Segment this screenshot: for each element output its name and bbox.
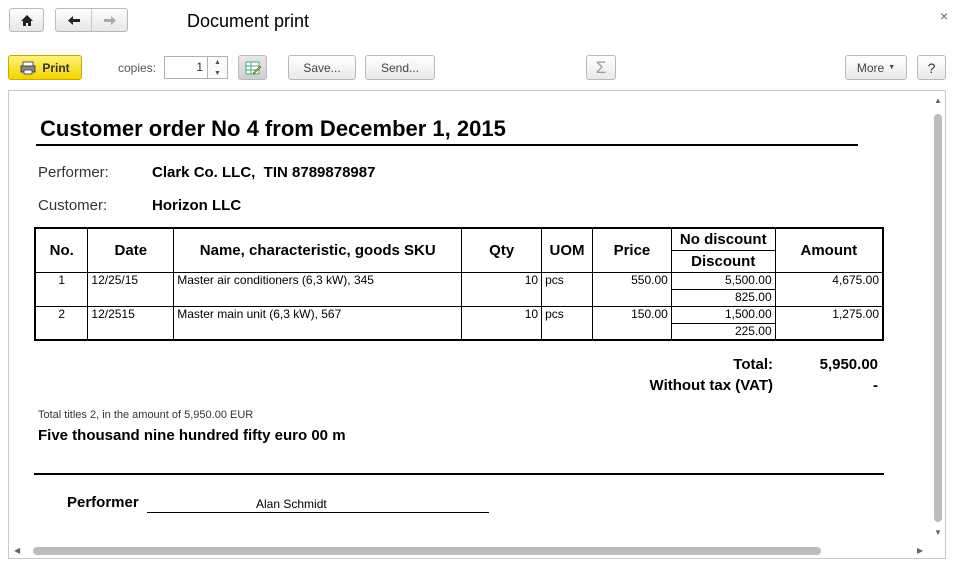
items-table: No. Date Name, characteristic, goods SKU…	[34, 227, 884, 341]
cell-price: 550.00	[592, 271, 672, 307]
cell-amount: 4,675.00	[774, 271, 884, 307]
copies-stepper[interactable]: ▲ ▼	[208, 56, 228, 79]
header-uom: UOM	[541, 227, 594, 273]
scroll-right-icon[interactable]: ▶	[917, 546, 923, 555]
print-button[interactable]: Print	[8, 55, 82, 80]
horizontal-scrollbar[interactable]	[33, 547, 821, 555]
copies-input[interactable]: 1	[164, 56, 208, 79]
table-edit-icon	[245, 61, 261, 74]
sigma-icon: Σ	[595, 57, 607, 77]
back-button[interactable]	[56, 9, 92, 31]
cell-name: Master main unit (6,3 kW), 567	[173, 305, 463, 341]
vat-value: -	[873, 377, 878, 394]
title-underline	[36, 144, 858, 146]
header-no: No.	[34, 227, 89, 273]
header-amount: Amount	[774, 227, 884, 273]
table-header-row: No. Date Name, characteristic, goods SKU…	[34, 227, 884, 273]
more-button[interactable]: More ▼	[845, 55, 907, 80]
save-button[interactable]: Save...	[288, 55, 356, 80]
table-row: 2 12/2515 Master main unit (6,3 kW), 567…	[34, 305, 884, 341]
performer-value: Clark Co. LLC, TIN 8789878987	[152, 164, 376, 181]
signature-line	[147, 512, 489, 513]
vat-label: Without tax (VAT)	[649, 377, 773, 394]
total-label: Total:	[733, 356, 773, 373]
scroll-up-icon[interactable]: ▲	[934, 96, 942, 105]
cell-uom: pcs	[541, 271, 594, 307]
cell-no: 2	[34, 305, 89, 341]
header-qty: Qty	[461, 227, 543, 273]
header-name: Name, characteristic, goods SKU	[173, 227, 463, 273]
cell-no: 1	[34, 271, 89, 307]
header-discount: Discount	[670, 249, 776, 273]
forward-button[interactable]	[92, 9, 127, 31]
summary-text: Total titles 2, in the amount of 5,950.0…	[38, 409, 254, 421]
customer-value: Horizon LLC	[152, 197, 242, 214]
more-label: More	[856, 60, 885, 75]
cell-no-discount: 5,500.00	[670, 271, 776, 290]
stepper-down-icon[interactable]: ▼	[208, 68, 227, 79]
scroll-down-icon[interactable]: ▼	[934, 528, 942, 537]
cell-discount: 825.00	[670, 288, 776, 307]
sum-button[interactable]: Σ	[586, 55, 616, 80]
print-label: Print	[42, 60, 70, 75]
arrow-right-icon	[103, 15, 116, 25]
nav-group	[55, 8, 128, 32]
printer-icon	[20, 61, 36, 74]
amount-in-words: Five thousand nine hundred fifty euro 00…	[38, 427, 346, 444]
cell-uom: pcs	[541, 305, 594, 341]
customer-label: Customer:	[38, 197, 108, 214]
cell-date: 12/2515	[87, 305, 175, 341]
cell-qty: 10	[461, 271, 543, 307]
total-value: 5,950.00	[819, 356, 878, 373]
cell-name: Master air conditioners (6,3 kW), 345	[173, 271, 463, 307]
header-price: Price	[592, 227, 672, 273]
window-title: Document print	[187, 11, 310, 31]
document-title: Customer order No 4 from December 1, 201…	[40, 116, 506, 141]
arrow-left-icon	[67, 15, 80, 25]
divider	[34, 473, 884, 475]
performer-label: Performer:	[38, 164, 109, 181]
chevron-down-icon: ▼	[888, 64, 896, 71]
cell-no-discount: 1,500.00	[670, 305, 776, 324]
table-row: 1 12/25/15 Master air conditioners (6,3 …	[34, 271, 884, 307]
stepper-up-icon[interactable]: ▲	[208, 57, 227, 68]
home-icon	[20, 14, 33, 26]
signature-label: Performer	[67, 494, 139, 511]
cell-qty: 10	[461, 305, 543, 341]
header-no-discount: No discount	[670, 227, 776, 251]
header-date: Date	[87, 227, 175, 273]
copies-label: copies:	[118, 61, 157, 75]
send-button[interactable]: Send...	[365, 55, 435, 80]
vertical-scrollbar[interactable]	[934, 114, 942, 522]
help-button[interactable]: ?	[917, 55, 946, 80]
cell-price: 150.00	[592, 305, 672, 341]
cell-discount: 225.00	[670, 322, 776, 341]
signature-name: Alan Schmidt	[256, 497, 327, 511]
home-button[interactable]	[9, 8, 44, 32]
edit-mode-button[interactable]	[238, 55, 267, 80]
cell-amount: 1,275.00	[774, 305, 884, 341]
scroll-left-icon[interactable]: ◀	[14, 546, 20, 555]
close-icon[interactable]: ×	[940, 8, 948, 24]
cell-date: 12/25/15	[87, 271, 175, 307]
